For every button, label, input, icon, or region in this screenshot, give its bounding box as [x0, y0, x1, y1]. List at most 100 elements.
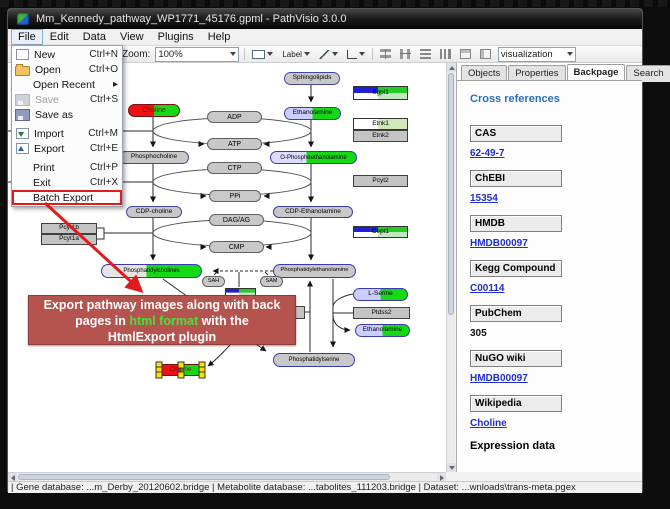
import-icon — [16, 128, 29, 139]
file-menu: NewCtrl+NOpenCtrl+OOpen Recent▸SaveCtrl+… — [11, 45, 123, 207]
node-ppi[interactable]: PPi — [209, 190, 261, 202]
backpage-link[interactable]: HMDB00097 — [470, 238, 632, 249]
node-s-ah[interactable]: SAH — [202, 276, 225, 287]
node-label: Ptdss2 — [372, 310, 392, 317]
line-tool-button[interactable] — [317, 49, 340, 60]
menu-edit[interactable]: Edit — [43, 29, 76, 45]
export-icon — [16, 143, 29, 154]
file-menu-item-new[interactable]: NewCtrl+N — [12, 47, 122, 62]
node-cdp-ethanolamine[interactable]: CDP-Ethanolamine — [273, 206, 353, 218]
node-label: L-Serine — [368, 291, 393, 298]
backpage-section-kegg-compound: Kegg Compound C00114 — [470, 260, 632, 294]
node-sam[interactable]: SAM — [260, 276, 283, 287]
backpage-section-title: CAS — [470, 125, 562, 142]
stack-horizontal-button[interactable] — [438, 48, 453, 60]
node-phosphatidylcholines[interactable]: Phosphatidylcholines — [101, 264, 202, 278]
node-label: Phosphatidylethanolamine — [280, 268, 348, 274]
selection-handle[interactable] — [156, 372, 163, 379]
node-ptdss2[interactable]: Ptdss2 — [353, 307, 410, 319]
align-center-button[interactable] — [378, 48, 393, 60]
chevron-down-icon — [567, 52, 573, 56]
file-menu-item-print[interactable]: PrintCtrl+P — [12, 160, 122, 175]
node-phosphatidylethanolamine[interactable]: Phosphatidylethanolamine — [273, 264, 356, 278]
node-ethanolamine-bottom[interactable]: Ethanolamine — [355, 324, 410, 337]
file-menu-item-save[interactable]: SaveCtrl+S — [12, 92, 122, 107]
backpage-section-title: Wikipedia — [470, 395, 562, 412]
node-etnk1[interactable]: Etnk1 — [353, 118, 408, 130]
menu-shortcut: Ctrl+P — [90, 162, 118, 173]
node-cdp-choline[interactable]: CDP-choline — [126, 206, 182, 218]
open-folder-icon — [15, 66, 30, 76]
backpage-link[interactable]: Choline — [470, 418, 632, 429]
common-height-icon — [480, 49, 491, 59]
visualization-select[interactable]: visualization — [498, 47, 576, 62]
common-width-button[interactable] — [458, 48, 473, 60]
backpage-section-pubchem: PubChem305 — [470, 305, 632, 339]
file-menu-item-batch-export[interactable]: Batch Export — [12, 190, 122, 205]
file-menu-item-open-recent[interactable]: Open Recent▸ — [12, 77, 122, 92]
file-menu-item-open[interactable]: OpenCtrl+O — [12, 62, 122, 77]
backpage-link[interactable]: 62-49-7 — [470, 148, 632, 159]
selection-handle[interactable] — [177, 372, 184, 379]
file-menu-item-exit[interactable]: ExitCtrl+X — [12, 175, 122, 190]
menu-view[interactable]: View — [113, 29, 151, 45]
backpage-link[interactable]: C00114 — [470, 283, 632, 294]
selection-handle[interactable] — [177, 362, 184, 369]
selection-handle[interactable] — [199, 372, 206, 379]
node-pcyt1b[interactable]: Pcyt1b — [41, 223, 97, 234]
node-phosphatidylserine[interactable]: Phosphatidylserine — [273, 353, 355, 367]
backpage-section-title: NuGO wiki — [470, 350, 562, 367]
node-l-serine[interactable]: L-Serine — [353, 288, 408, 301]
node-pcyt1a[interactable]: Pcyt1a — [41, 234, 97, 245]
scroll-up-icon[interactable] — [447, 63, 456, 72]
horizontal-scroll-thumb[interactable] — [18, 474, 390, 480]
file-menu-item-import[interactable]: ImportCtrl+M — [12, 126, 122, 141]
node-cmp[interactable]: CMP — [209, 241, 264, 253]
backpage-link[interactable]: 15354 — [470, 193, 632, 204]
node-choline-top[interactable]: Choline — [128, 104, 180, 117]
menu-help[interactable]: Help — [201, 29, 238, 45]
connector-tool-button[interactable] — [345, 49, 367, 60]
node-ethanolamine-top[interactable]: Ethanolamine — [284, 107, 341, 120]
common-height-button[interactable] — [478, 48, 493, 60]
node-cept1[interactable]: Cept1 — [353, 226, 408, 238]
align-center-icon — [380, 49, 391, 59]
datanode-tool-button[interactable] — [250, 49, 275, 60]
node-pcyt2[interactable]: Pcyt2 — [353, 175, 408, 187]
node-phosphocholine[interactable]: Phosphocholine — [119, 151, 189, 164]
label-tool-button[interactable]: Label — [280, 49, 312, 60]
node-adp[interactable]: ADP — [207, 111, 262, 123]
node-ctp[interactable]: CTP — [207, 162, 262, 174]
annotation-line3: HtmlExport plugin — [29, 329, 295, 345]
node-label: Pcyt2 — [372, 178, 388, 185]
status-bar: | Gene database: ...m_Derby_20120602.bri… — [8, 481, 642, 493]
node-sphingolipids[interactable]: Sphingolipids — [284, 72, 340, 85]
node-etnk2[interactable]: Etnk2 — [353, 130, 408, 142]
node-o-phosphoethanolamine[interactable]: O-Phosphoethanolamine — [270, 151, 357, 164]
zoom-select[interactable]: 100% — [155, 47, 239, 62]
file-menu-item-export[interactable]: ExportCtrl+E — [12, 141, 122, 156]
file-menu-item-save-as[interactable]: Save as — [12, 107, 122, 122]
node-dag-ag[interactable]: DAG/AG — [209, 214, 264, 226]
chevron-down-icon — [267, 52, 273, 56]
connector-icon — [347, 50, 357, 59]
menu-file[interactable]: File — [11, 29, 43, 45]
menu-bar: FileEditDataViewPluginsHelp — [8, 29, 642, 46]
stack-vertical-button[interactable] — [418, 48, 433, 60]
node-atp[interactable]: ATP — [207, 138, 262, 150]
tab-backpage[interactable]: Backpage — [567, 64, 626, 81]
backpage-section-title: Kegg Compound — [470, 260, 562, 277]
menu-data[interactable]: Data — [76, 29, 113, 45]
app-icon — [17, 13, 29, 25]
backpage-link[interactable]: HMDB00097 — [470, 373, 632, 384]
node-choline-bottom[interactable]: Choline — [158, 364, 203, 376]
scroll-down-icon[interactable] — [447, 463, 456, 472]
side-panel: ObjectsPropertiesBackpageSearchLegend Cr… — [456, 63, 642, 472]
align-middle-button[interactable] — [398, 48, 413, 60]
vertical-scroll-thumb[interactable] — [448, 73, 454, 315]
status-text: | Gene database: ...m_Derby_20120602.bri… — [11, 482, 576, 493]
menu-plugins[interactable]: Plugins — [151, 29, 201, 45]
node-sgpl1[interactable]: Sgpl1 — [353, 86, 408, 100]
canvas-vertical-scrollbar[interactable] — [446, 63, 455, 472]
canvas-horizontal-scrollbar[interactable] — [8, 472, 446, 481]
